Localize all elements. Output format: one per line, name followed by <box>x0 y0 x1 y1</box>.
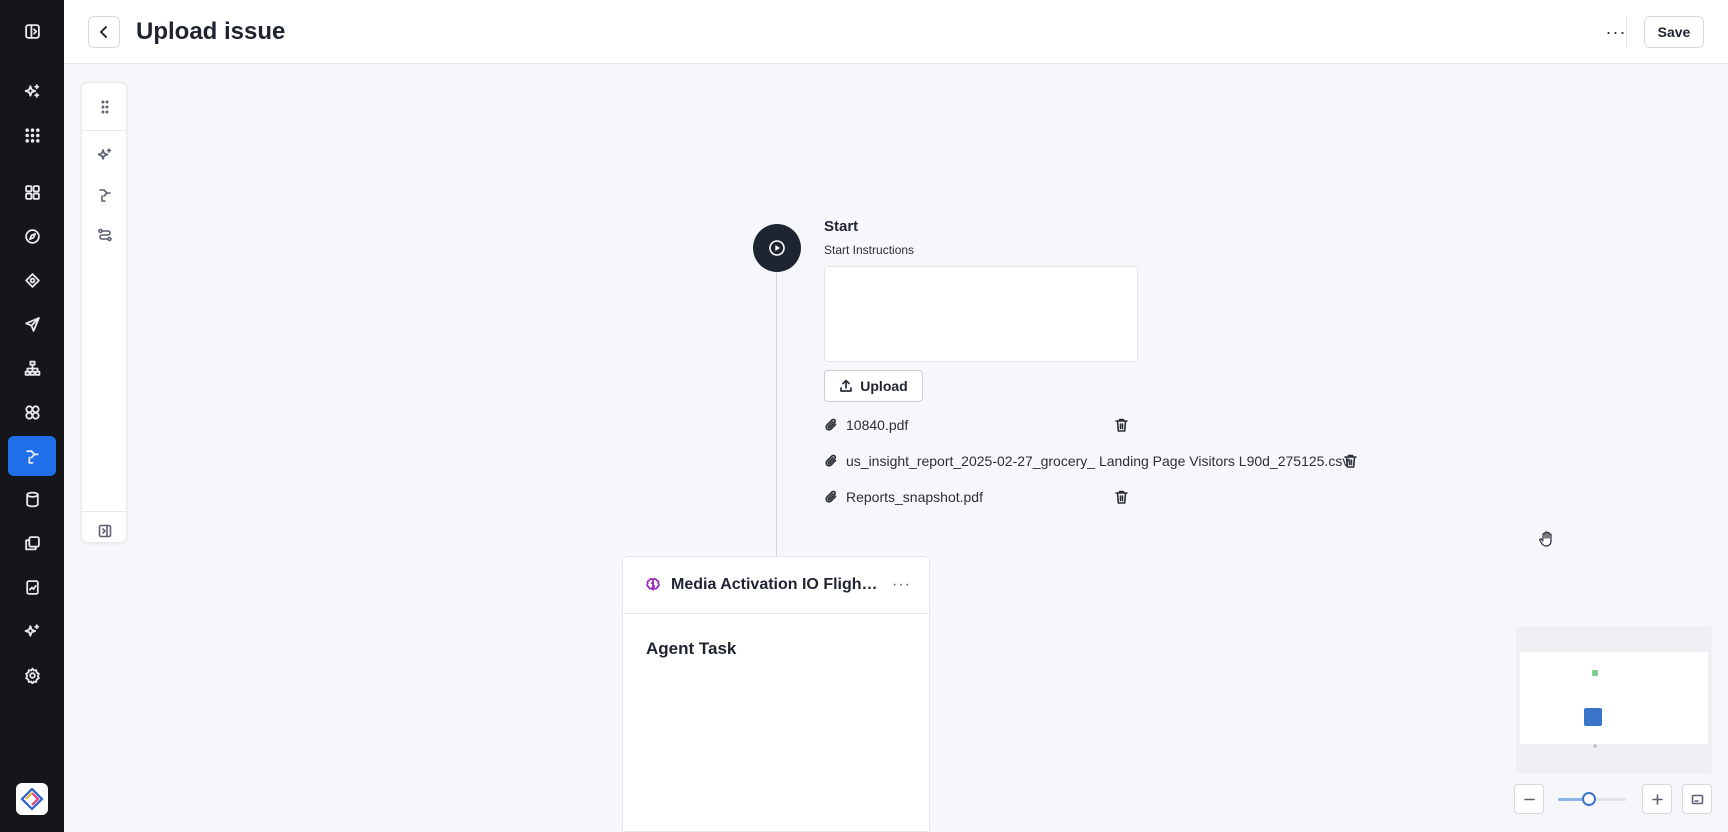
upload-button[interactable]: Upload <box>824 370 923 402</box>
tool-palette <box>81 82 127 543</box>
route-icon[interactable] <box>89 219 121 251</box>
play-circle-icon <box>769 240 785 256</box>
minimap-agent-node <box>1584 708 1602 726</box>
flow-connector <box>776 272 777 556</box>
paperclip-icon <box>825 418 837 431</box>
minimap-viewport[interactable] <box>1520 652 1708 744</box>
workflow-icon[interactable] <box>8 436 56 476</box>
drag-handle-icon[interactable] <box>89 91 121 123</box>
app-rail <box>0 0 64 832</box>
minimap[interactable] <box>1516 626 1712 774</box>
panel-toggle-icon[interactable] <box>8 11 56 51</box>
database-icon[interactable] <box>8 479 56 519</box>
hand-cursor-icon <box>1539 531 1552 547</box>
plus-icon <box>1651 793 1663 805</box>
minimap-node <box>1593 744 1597 748</box>
trash-icon[interactable] <box>1111 487 1131 507</box>
trash-icon[interactable] <box>1340 451 1360 471</box>
fit-view-icon <box>1691 794 1703 804</box>
agent-node-card[interactable]: Media Activation IO Flight ... ··· Agent… <box>622 556 930 832</box>
page-header: Upload issue ··· Save <box>64 0 1728 64</box>
start-node-icon[interactable] <box>753 224 801 272</box>
sparkles-icon[interactable] <box>8 71 56 111</box>
agent-card-header: Media Activation IO Flight ... ··· <box>623 557 929 614</box>
send-icon[interactable] <box>8 304 56 344</box>
minimap-start-node <box>1592 670 1598 676</box>
trash-icon[interactable] <box>1111 415 1131 435</box>
upload-icon <box>840 379 853 392</box>
report-icon[interactable] <box>8 567 56 607</box>
start-instructions-input[interactable] <box>824 266 1138 362</box>
compass-icon[interactable] <box>8 216 56 256</box>
hierarchy-icon[interactable] <box>8 348 56 388</box>
zoom-out-button[interactable] <box>1514 784 1544 814</box>
dashboard-icon[interactable] <box>8 172 56 212</box>
file-item: us_insight_report_2025-02-27_grocery_ La… <box>824 451 1349 471</box>
collapse-panel-icon[interactable] <box>89 515 121 547</box>
paperclip-icon <box>825 490 837 503</box>
file-name[interactable]: Reports_snapshot.pdf <box>846 489 983 505</box>
settings-icon[interactable] <box>8 655 56 695</box>
copy-icon[interactable] <box>8 523 56 563</box>
start-node-title: Start <box>824 218 859 235</box>
palette-divider <box>82 511 126 512</box>
ai-sparkle-icon[interactable] <box>89 139 121 171</box>
target-icon[interactable] <box>8 260 56 300</box>
agent-task-label: Agent Task <box>646 639 737 658</box>
brain-icon <box>646 578 660 591</box>
start-instructions-label: Start Instructions <box>824 243 915 257</box>
page-title: Upload issue <box>136 18 286 45</box>
more-options-button[interactable]: ··· <box>1604 20 1628 44</box>
palette-divider <box>82 130 126 131</box>
file-name[interactable]: us_insight_report_2025-02-27_grocery_ La… <box>846 453 1349 469</box>
agent-name: Media Activation IO Flight ... <box>671 576 881 593</box>
brand-logo-icon[interactable] <box>16 783 48 815</box>
apps-grid-icon[interactable] <box>8 115 56 155</box>
save-button[interactable]: Save <box>1644 16 1704 48</box>
sparkles-icon[interactable] <box>8 611 56 651</box>
upload-button-label: Upload <box>860 378 908 394</box>
file-item: 10840.pdf <box>824 415 908 435</box>
circles-icon[interactable] <box>8 392 56 432</box>
chevron-left-icon <box>100 26 107 38</box>
minus-icon <box>1523 798 1535 800</box>
header-divider <box>1626 16 1627 48</box>
file-name[interactable]: 10840.pdf <box>846 417 908 433</box>
zoom-in-button[interactable] <box>1642 784 1672 814</box>
paperclip-icon <box>825 454 837 467</box>
zoom-slider-handle[interactable] <box>1582 792 1596 806</box>
back-button[interactable] <box>88 16 120 48</box>
fit-view-button[interactable] <box>1682 784 1712 814</box>
file-item: Reports_snapshot.pdf <box>824 487 983 507</box>
workflow-icon[interactable] <box>89 179 121 211</box>
agent-more-button[interactable]: ··· <box>892 576 911 594</box>
